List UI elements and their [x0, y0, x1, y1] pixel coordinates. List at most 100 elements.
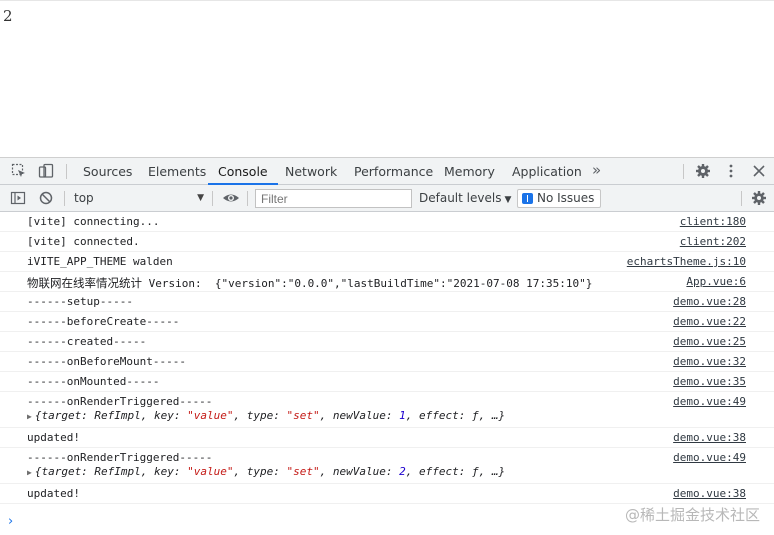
message-source-link[interactable]: demo.vue:38 [673, 431, 746, 444]
toolbar-divider [212, 191, 213, 206]
message-source-link[interactable]: demo.vue:35 [673, 375, 746, 388]
message-text: iVITE_APP_THEME walden [27, 255, 173, 268]
message-text: ------created----- [27, 335, 147, 348]
message-source-link[interactable]: demo.vue:38 [673, 487, 746, 500]
page-viewport: 2 [0, 0, 774, 157]
message-source-link[interactable]: demo.vue:49 [673, 395, 746, 408]
message-source-link[interactable]: App.vue:6 [686, 275, 746, 288]
object-string: "value" [187, 409, 234, 422]
object-string: "set" [286, 409, 320, 422]
log-levels-label: Default levels [419, 191, 502, 205]
console-settings-icon[interactable] [750, 189, 768, 207]
chevron-down-icon: ▼ [504, 195, 512, 205]
device-icon[interactable] [37, 162, 55, 180]
console-message: iVITE_APP_THEME walden echartsTheme.js:1… [0, 252, 774, 272]
object-part: , effect: ƒ, …} [405, 409, 506, 422]
message-text: [vite] connected. [27, 235, 140, 248]
context-selector[interactable]: top ▼ [72, 188, 208, 208]
expandable-object[interactable]: ▶ {target: RefImpl, key: "value", type: "… [27, 465, 505, 478]
watermark: @稀土掘金技术社区 [624, 506, 760, 524]
console-message: updated! demo.vue:38 [0, 428, 774, 448]
more-tabs-icon[interactable]: » [592, 158, 601, 185]
issues-button[interactable]: No Issues [517, 189, 602, 208]
message-source-link[interactable]: demo.vue:28 [673, 295, 746, 308]
console-message: ------beforeCreate----- demo.vue:22 [0, 312, 774, 332]
object-part: {target: RefImpl, key: [34, 465, 188, 478]
devtools-panel: Sources Elements Console Network Perform… [0, 157, 774, 535]
console-message: ------created----- demo.vue:25 [0, 332, 774, 352]
close-icon[interactable] [750, 162, 768, 180]
tab-network[interactable]: Network [283, 158, 339, 185]
object-part: , effect: ƒ, …} [405, 465, 506, 478]
log-levels-dropdown[interactable]: Default levels ▼ [419, 188, 511, 208]
console-message: updated! demo.vue:38 [0, 484, 774, 504]
settings-icon[interactable] [694, 162, 712, 180]
object-number: 1 [399, 409, 406, 422]
devtools-tab-bar: Sources Elements Console Network Perform… [0, 158, 774, 185]
tab-divider [66, 164, 67, 179]
toolbar-divider [741, 191, 742, 206]
console-messages: [vite] connecting... client:180 [vite] c… [0, 212, 774, 535]
message-source-link[interactable]: demo.vue:49 [673, 451, 746, 464]
message-title: 物联网在线率情况统计 [27, 276, 142, 290]
tab-elements[interactable]: Elements [146, 158, 208, 185]
expandable-object[interactable]: ▶ {target: RefImpl, key: "value", type: "… [27, 409, 505, 422]
object-string: "set" [286, 465, 320, 478]
chevron-down-icon: ▼ [197, 193, 204, 203]
expand-triangle-icon: ▶ [27, 412, 32, 421]
message-version: Version: {"version":"0.0.0","lastBuildTi… [142, 277, 593, 290]
console-message: 物联网在线率情况统计 Version: {"version":"0.0.0","… [0, 272, 774, 292]
object-part: , type: [233, 465, 287, 478]
message-source-link[interactable]: demo.vue:32 [673, 355, 746, 368]
console-message: ------onRenderTriggered----- demo.vue:49… [0, 448, 774, 484]
tab-console[interactable]: Console [208, 158, 278, 185]
message-text: updated! [27, 431, 80, 444]
kebab-menu-icon[interactable] [722, 162, 740, 180]
message-text: updated! [27, 487, 80, 500]
toolbar-divider [64, 191, 65, 206]
page-content: 2 [3, 7, 13, 25]
message-source-link[interactable]: demo.vue:25 [673, 335, 746, 348]
message-text: ------onRenderTriggered----- [27, 395, 213, 408]
tab-divider [683, 164, 684, 179]
console-message: ------onMounted----- demo.vue:35 [0, 372, 774, 392]
context-selector-value: top [74, 191, 94, 205]
console-message: ------onBeforeMount----- demo.vue:32 [0, 352, 774, 372]
message-source-link[interactable]: client:202 [680, 235, 746, 248]
message-text: 物联网在线率情况统计 Version: {"version":"0.0.0","… [27, 275, 592, 291]
message-source-link[interactable]: client:180 [680, 215, 746, 228]
object-part: , newValue: [319, 465, 400, 478]
tab-application[interactable]: Application [510, 158, 584, 185]
console-prompt[interactable]: › [8, 514, 13, 529]
object-part: , type: [233, 409, 287, 422]
message-text: ------onMounted----- [27, 375, 160, 388]
console-message: [vite] connected. client:202 [0, 232, 774, 252]
message-source-link[interactable]: echartsTheme.js:10 [627, 255, 746, 268]
eye-icon[interactable] [222, 189, 240, 207]
message-text: ------onRenderTriggered----- [27, 451, 213, 464]
issues-icon [522, 193, 533, 204]
object-number: 2 [399, 465, 406, 478]
expand-triangle-icon: ▶ [27, 468, 32, 477]
object-string: "value" [187, 465, 234, 478]
message-text: ------onBeforeMount----- [27, 355, 186, 368]
console-message: ------onRenderTriggered----- demo.vue:49… [0, 392, 774, 428]
clear-console-icon[interactable] [37, 189, 55, 207]
filter-input[interactable] [255, 189, 412, 208]
inspect-icon[interactable] [10, 162, 28, 180]
message-text: ------setup----- [27, 295, 133, 308]
message-source-link[interactable]: demo.vue:22 [673, 315, 746, 328]
tab-sources[interactable]: Sources [81, 158, 134, 185]
console-message: ------setup----- demo.vue:28 [0, 292, 774, 312]
object-part: , newValue: [319, 409, 400, 422]
tab-performance[interactable]: Performance [352, 158, 435, 185]
toolbar-divider [247, 191, 248, 206]
console-message: [vite] connecting... client:180 [0, 212, 774, 232]
message-text: ------beforeCreate----- [27, 315, 180, 328]
message-text: [vite] connecting... [27, 215, 160, 228]
tab-memory[interactable]: Memory [442, 158, 497, 185]
object-part: {target: RefImpl, key: [34, 409, 188, 422]
console-toolbar: top ▼ Default levels▼ No Issues [0, 185, 774, 212]
sidebar-toggle-icon[interactable] [9, 189, 27, 207]
issues-label: No Issues [537, 191, 595, 205]
